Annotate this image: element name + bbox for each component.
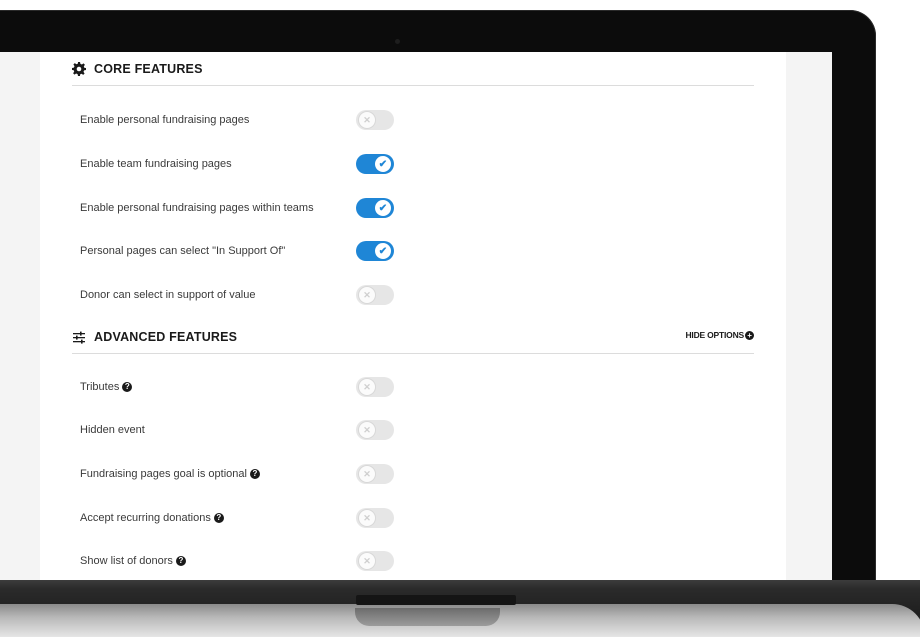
hide-options-button[interactable]: HIDE OPTIONS + [685,330,754,340]
settings-panel: CORE FEATURES Enable personal fundraisin… [40,52,786,591]
toggle-goal-optional[interactable]: ✕ [356,464,394,484]
gear-icon [72,61,86,76]
check-icon: ✔ [375,243,391,259]
help-icon[interactable]: ? [175,556,186,566]
advanced-row-recurring-donations: Accept recurring donations ? [80,507,400,529]
toggle-list-of-donors[interactable]: ✕ [356,551,394,571]
advanced-row-hidden-event: Hidden event [80,419,400,441]
core-row-donor-support-value: Donor can select in support of value [80,284,400,306]
core-features-header: CORE FEATURES [72,52,754,86]
toggle-personal-pages[interactable]: ✕ [356,110,394,130]
advanced-row-label: Tributes [80,381,120,393]
x-icon: ✕ [359,287,375,303]
laptop-hinge [356,595,516,605]
x-icon: ✕ [359,422,375,438]
help-icon[interactable]: ? [249,469,260,479]
advanced-row-label: Show list of donors [80,555,173,567]
sliders-icon [72,330,86,344]
advanced-row-label: Hidden event [80,424,145,436]
toggle-team-pages[interactable]: ✔ [356,154,394,174]
laptop-bezel: CORE FEATURES Enable personal fundraisin… [0,10,876,608]
check-icon: ✔ [375,156,391,172]
advanced-row-list-of-donors: Show list of donors ? [80,550,400,572]
x-icon: ✕ [359,553,375,569]
core-row-label: Donor can select in support of value [80,289,256,301]
advanced-row-tributes: Tributes ? [80,376,400,398]
toggle-hidden-event[interactable]: ✕ [356,420,394,440]
core-row-in-support-of: Personal pages can select "In Support Of… [80,240,400,262]
toggle-personal-within-teams[interactable]: ✔ [356,198,394,218]
toggle-tributes[interactable]: ✕ [356,377,394,397]
core-row-personal-pages: Enable personal fundraising pages [80,109,400,131]
laptop-screen: CORE FEATURES Enable personal fundraisin… [0,52,832,591]
toggle-donor-support-value[interactable]: ✕ [356,285,394,305]
toggle-in-support-of[interactable]: ✔ [356,241,394,261]
help-icon[interactable]: ? [213,513,224,523]
core-row-label: Enable personal fundraising pages [80,114,250,126]
advanced-row-goal-optional: Fundraising pages goal is optional ? [80,463,400,485]
core-row-team-pages: Enable team fundraising pages [80,153,400,175]
x-icon: ✕ [359,112,375,128]
hide-options-label: HIDE OPTIONS [685,330,744,340]
camera-icon [395,39,400,44]
x-icon: ✕ [359,510,375,526]
core-features-title: CORE FEATURES [94,61,203,76]
advanced-features-header: ADVANCED FEATURES HIDE OPTIONS + [72,320,754,354]
advanced-row-label: Fundraising pages goal is optional [80,468,247,480]
core-row-label: Enable personal fundraising pages within… [80,202,314,214]
advanced-features-title: ADVANCED FEATURES [94,329,238,344]
core-row-label: Personal pages can select "In Support Of… [80,245,286,257]
core-row-label: Enable team fundraising pages [80,158,232,170]
laptop-opening-notch [355,608,500,626]
help-icon[interactable]: ? [122,382,133,392]
core-row-personal-within-teams: Enable personal fundraising pages within… [80,197,400,219]
toggle-recurring-donations[interactable]: ✕ [356,508,394,528]
check-icon: ✔ [375,200,391,216]
plus-circle-icon: + [745,330,754,340]
x-icon: ✕ [359,466,375,482]
x-icon: ✕ [359,379,375,395]
advanced-row-label: Accept recurring donations [80,512,211,524]
